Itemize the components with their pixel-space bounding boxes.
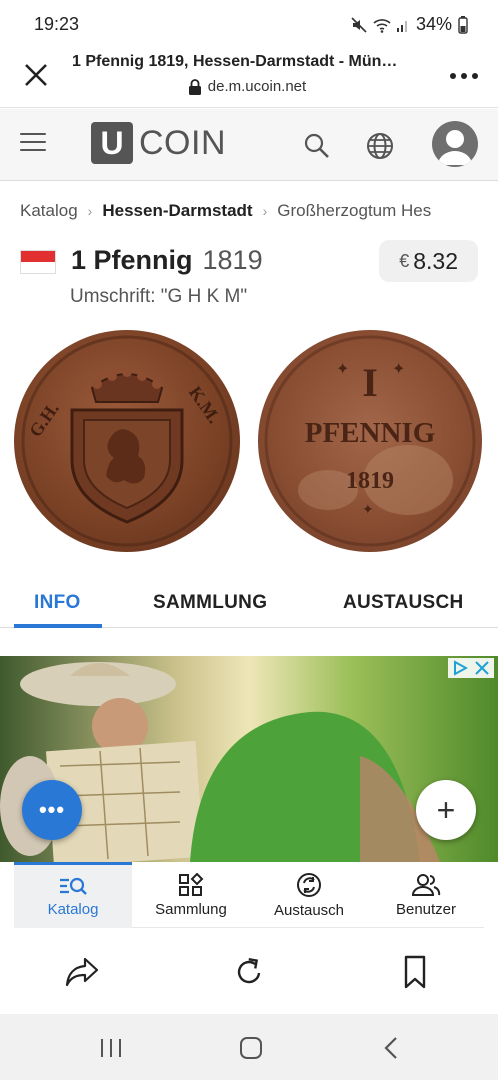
reverse-star-right: ✦ (392, 361, 405, 378)
nav-austausch-label: Austausch (273, 901, 345, 919)
nav-benutzer[interactable]: Benutzer (368, 862, 484, 928)
status-indicators: 34% (350, 14, 468, 35)
flag-bottom-stripe (21, 262, 55, 273)
coin-title-row: 1 Pfennig 1819 € 8.32 (20, 240, 478, 284)
reverse-pfennig: PFENNIG (305, 417, 436, 449)
chevron-right-icon: › (262, 203, 268, 219)
flag-top-stripe (21, 251, 55, 262)
home-button[interactable] (236, 1034, 266, 1062)
price-currency: € (399, 250, 410, 271)
price-badge[interactable]: € 8.32 (379, 240, 478, 282)
status-icons (350, 16, 410, 34)
mute-icon (351, 16, 367, 33)
nav-katalog[interactable]: Katalog (14, 862, 132, 928)
tab-active-indicator (14, 624, 102, 628)
ad-choices[interactable] (448, 658, 494, 678)
obverse-art: G.H. K.M. (21, 335, 233, 547)
users-icon (411, 873, 441, 896)
nav-sammlung-label: Sammlung (155, 900, 227, 918)
tab-sammlung[interactable]: SAMMLUNG (153, 592, 267, 614)
home-icon (240, 1037, 262, 1059)
country-flag (20, 250, 56, 274)
coin-obverse-image[interactable]: G.H. K.M. (14, 330, 240, 552)
nav-sammlung[interactable]: Sammlung (132, 862, 250, 928)
back-chevron-icon (384, 1037, 397, 1059)
share-icon (65, 957, 99, 987)
reverse-art: I PFENNIG 1819 ✦ ✦ ✦ (264, 335, 476, 547)
battery-percent: 34% (415, 14, 452, 34)
hamburger-line (20, 141, 46, 143)
reverse-star-left: ✦ (336, 361, 349, 378)
price-value: 8.32 (413, 247, 458, 274)
user-avatar-button[interactable] (432, 121, 478, 167)
adchoices-icon (454, 660, 468, 676)
back-button[interactable] (376, 1034, 406, 1062)
page-url[interactable]: de.m.ucoin.net (72, 78, 422, 95)
coin-year: 1819 (202, 245, 263, 275)
close-tab-button[interactable] (20, 59, 52, 91)
fab-add-button[interactable]: + (416, 780, 476, 840)
signal-icon (396, 20, 407, 32)
chevron-right-icon: › (87, 203, 93, 219)
ad-close-icon (475, 661, 489, 675)
system-navigation-bar (0, 1014, 498, 1080)
coin-denomination: 1 Pfennig (71, 245, 193, 275)
bookmark-button[interactable] (395, 952, 435, 992)
content-tabs: INFO SAMMLUNG AUSTAUSCH (0, 582, 498, 628)
advertisement-banner[interactable] (0, 656, 498, 862)
url-text: de.m.ucoin.net (207, 78, 307, 95)
share-button[interactable] (62, 952, 102, 992)
close-icon (25, 64, 47, 86)
search-button[interactable] (303, 132, 331, 160)
coin-reverse-image[interactable]: I PFENNIG 1819 ✦ ✦ ✦ (258, 330, 482, 552)
wifi-icon (373, 18, 391, 33)
ucoin-logo[interactable]: U COIN (91, 122, 226, 164)
status-time: 19:23 (34, 14, 80, 34)
page-title[interactable]: 1 Pfennig 1819, Hessen-Darmstadt - Mün… (72, 53, 422, 71)
reload-button[interactable] (229, 952, 269, 992)
reverse-star-bottom: ✦ (362, 501, 374, 517)
status-bar: 19:23 34% (0, 0, 498, 46)
coin-images: G.H. K.M. I PFENNIG 1819 ✦ ✦ ✦ (0, 328, 498, 558)
coin-title: 1 Pfennig 1819 (71, 245, 263, 276)
exchange-icon (297, 872, 321, 897)
browser-address-bar: 1 Pfennig 1819, Hessen-Darmstadt - Mün… … (0, 46, 498, 108)
nav-benutzer-label: Benutzer (395, 900, 457, 918)
fab-menu-button[interactable]: ••• (22, 780, 82, 840)
battery-icon (458, 15, 468, 34)
breadcrumb-item[interactable]: Großherzogtum Hes (277, 201, 431, 221)
recent-apps-icon (101, 1039, 121, 1057)
lock-icon (188, 78, 201, 95)
more-options-button[interactable] (448, 61, 480, 91)
nav-austausch[interactable]: Austausch (250, 862, 368, 928)
nav-katalog-label: Katalog (47, 901, 99, 918)
tab-austausch[interactable]: AUSTAUSCH (343, 592, 464, 614)
coin-subtitle: Umschrift: "G H K M" (70, 286, 248, 307)
logo-mark: U (91, 122, 133, 164)
reload-icon (237, 958, 261, 984)
catalog-search-icon (60, 877, 87, 895)
globe-icon (367, 133, 393, 159)
hamburger-line (20, 133, 46, 135)
breadcrumb-item[interactable]: Hessen-Darmstadt (102, 201, 252, 221)
reverse-denomination: I (362, 360, 378, 405)
hamburger-line (20, 149, 46, 151)
bookmark-icon (404, 955, 426, 989)
site-header: U COIN (0, 109, 498, 181)
breadcrumb: Katalog › Hessen-Darmstadt › Großherzogt… (20, 196, 498, 226)
logo-text: COIN (139, 123, 226, 162)
more-dots-icon (450, 73, 478, 79)
search-icon (304, 133, 329, 158)
language-button[interactable] (365, 131, 395, 161)
browser-toolbar (0, 930, 498, 1014)
hamburger-menu-button[interactable] (20, 133, 46, 155)
breadcrumb-item[interactable]: Katalog (20, 201, 78, 221)
tab-info[interactable]: INFO (34, 592, 81, 614)
app-bottom-nav: Katalog Sammlung Austausch Benutzer (14, 862, 484, 928)
ad-image (0, 662, 440, 862)
collection-grid-icon (179, 872, 204, 896)
recent-apps-button[interactable] (96, 1034, 126, 1062)
avatar-icon (438, 130, 472, 165)
reverse-year: 1819 (346, 468, 394, 494)
